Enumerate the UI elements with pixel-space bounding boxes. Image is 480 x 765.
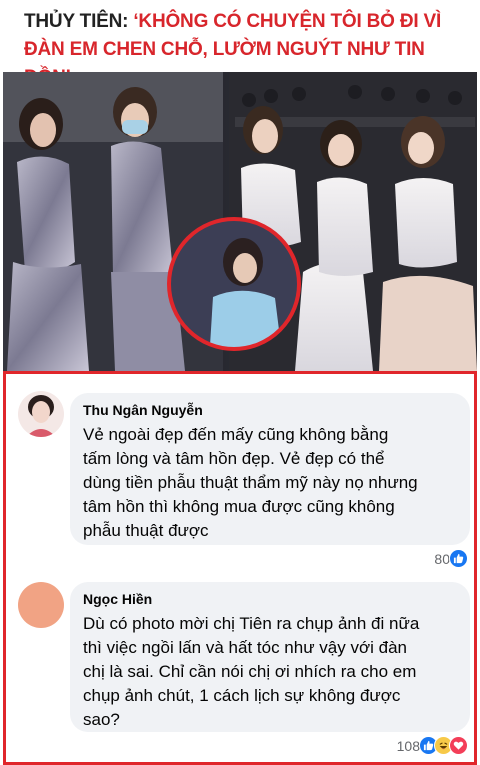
commenter-avatar[interactable]: [18, 582, 64, 628]
reaction-summary[interactable]: 108: [397, 736, 468, 755]
comment-text: Dù có photo mời chị Tiên ra chụp ảnh đi …: [83, 612, 456, 732]
reaction-summary[interactable]: 80: [434, 549, 468, 568]
love-icon: [449, 736, 468, 755]
comment-line: tâm hồn thì không mua được cũng không: [83, 497, 395, 516]
comment-line: chị là sai. Chỉ cần nói chị ơi nhích ra …: [83, 662, 417, 681]
reaction-count: 80: [434, 550, 450, 567]
commenter-avatar[interactable]: [18, 391, 64, 437]
comment-author[interactable]: Thu Ngân Nguyễn: [83, 401, 456, 419]
comment-bubble: Ngọc Hiền Dù có photo mời chị Tiên ra ch…: [70, 582, 470, 732]
headline-quote-part-1: ‘KHÔNG CÓ CHUYỆN TÔI BỎ ĐI VÌ: [133, 11, 442, 32]
reaction-count: 108: [396, 737, 420, 754]
comment-text: Vẻ ngoài đẹp đến mấy cũng không bằng tấm…: [83, 423, 456, 543]
headline-line-1: THỦY TIÊN: ‘KHÔNG CÓ CHUYỆN TÔI BỎ ĐI VÌ: [24, 8, 470, 36]
headline: THỦY TIÊN: ‘KHÔNG CÓ CHUYỆN TÔI BỎ ĐI VÌ…: [0, 0, 480, 88]
comment-author[interactable]: Ngọc Hiền: [83, 590, 456, 608]
comment-line: sao?: [83, 710, 120, 729]
comment-line: Vẻ ngoài đẹp đến mấy cũng không bằng: [83, 425, 389, 444]
avatar-photo: [18, 391, 64, 437]
comment-line: thì việc ngồi lấn và hất tóc như vậy với…: [83, 638, 407, 657]
news-photo: [3, 72, 477, 371]
comment-line: phẫu thuật được: [83, 521, 209, 540]
headline-prefix: THỦY TIÊN:: [24, 11, 134, 32]
comment-line: Dù có photo mời chị Tiên ra chụp ảnh đi …: [83, 614, 420, 633]
comment-line: tấm lòng và tâm hồn đẹp. Vẻ đẹp có thể: [83, 449, 385, 468]
like-icon: [449, 549, 468, 568]
comment-line: dùng tiền phẫu thuật thẩm mỹ này nọ nhưn…: [83, 473, 418, 492]
comments-section: Thu Ngân Nguyễn Vẻ ngoài đẹp đến mấy cũn…: [3, 371, 477, 765]
comment-bubble: Thu Ngân Nguyễn Vẻ ngoài đẹp đến mấy cũn…: [70, 393, 470, 545]
event-photo-illustration: [3, 72, 477, 371]
comment-line: chụp ảnh chút, 1 cách lịch sự không được: [83, 686, 401, 705]
